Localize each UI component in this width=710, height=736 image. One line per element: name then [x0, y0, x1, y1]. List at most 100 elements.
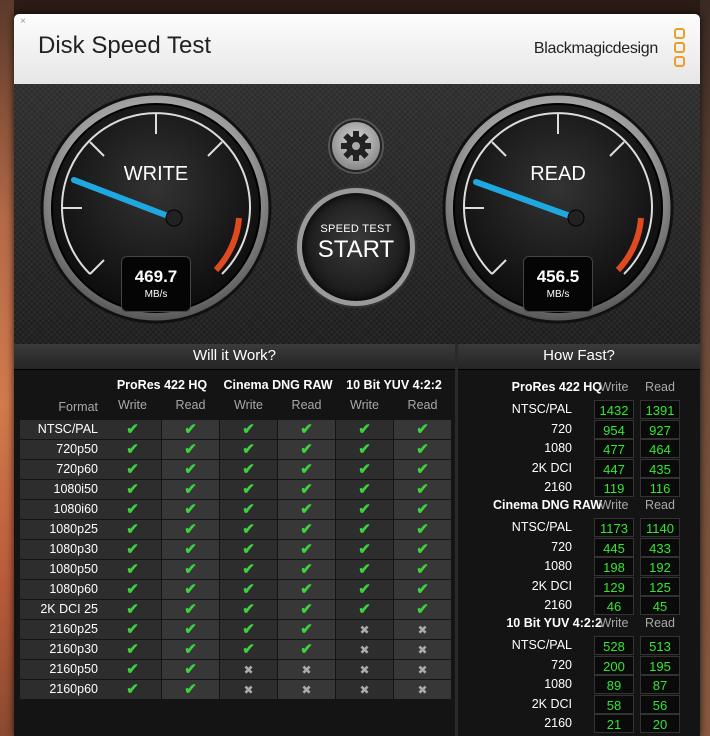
read-column-header: Read: [645, 498, 675, 512]
write-fps-value: 1432: [594, 400, 634, 419]
read-column-header: Read: [291, 398, 322, 412]
check-icon: ✔: [162, 680, 219, 699]
write-fps-value: 129: [594, 576, 634, 596]
check-icon: ✔: [220, 460, 277, 479]
check-icon: ✔: [278, 480, 335, 499]
check-icon: ✔: [336, 600, 393, 619]
start-button-label: START: [317, 236, 395, 263]
read-column-header: Read: [645, 616, 675, 630]
read-fps-value: 1391: [640, 400, 680, 419]
write-column-header: Write: [599, 498, 629, 512]
cross-icon: ✖: [394, 680, 451, 699]
read-fps-value: 513: [640, 636, 680, 655]
cross-icon: ✖: [220, 660, 277, 679]
cross-icon: ✖: [394, 660, 451, 679]
check-icon: ✔: [104, 500, 161, 519]
cross-icon: ✖: [394, 640, 451, 659]
cross-icon: ✖: [278, 680, 335, 699]
check-icon: ✔: [336, 440, 393, 459]
check-icon: ✔: [220, 600, 277, 619]
format-label: 720: [551, 421, 572, 436]
read-fps-value: 56: [640, 694, 680, 714]
check-icon: ✔: [104, 640, 161, 659]
write-fps-value: 445: [594, 537, 634, 557]
check-icon: ✔: [162, 500, 219, 519]
gauge-panel: WRITE 469.7 MB/s SPEED TEST START READ 4…: [14, 84, 700, 344]
will-it-work-panel: Will it Work? ProRes 422 HQ Cinema DNG RA…: [14, 344, 455, 736]
check-icon: ✔: [278, 580, 335, 599]
check-icon: ✔: [220, 440, 277, 459]
check-icon: ✔: [162, 640, 219, 659]
app-window: × Disk Speed Test Blackmagicdesign WRITE: [14, 14, 700, 736]
check-icon: ✔: [278, 540, 335, 559]
check-icon: ✔: [104, 480, 161, 499]
format-label: 2160p30: [20, 640, 104, 659]
check-icon: ✔: [162, 660, 219, 679]
format-header: Format: [58, 400, 98, 414]
start-button[interactable]: SPEED TEST START: [297, 188, 415, 306]
format-label: 2160p50: [20, 660, 104, 679]
read-column-header: Read: [407, 398, 438, 412]
check-icon: ✔: [162, 620, 219, 639]
check-icon: ✔: [278, 620, 335, 639]
will-it-work-title: Will it Work?: [14, 344, 455, 370]
write-speed-unit: MB/s: [144, 289, 168, 300]
how-fast-panel: How Fast? ProRes 422 HQ Write Read NTSC/PAL…: [458, 344, 700, 736]
write-fps-value: 528: [594, 636, 634, 655]
check-icon: ✔: [104, 460, 161, 479]
check-icon: ✔: [104, 540, 161, 559]
write-fps-value: 46: [594, 596, 634, 615]
format-label: 1080i60: [20, 500, 104, 519]
format-label: 1080: [544, 559, 572, 573]
write-readout: 469.7 MB/s: [121, 256, 191, 312]
settings-button[interactable]: [330, 120, 382, 172]
read-fps-value: 192: [640, 557, 680, 576]
read-needle-hub: [567, 209, 585, 227]
read-speed-unit: MB/s: [546, 289, 570, 300]
check-icon: ✔: [394, 440, 451, 459]
group-header: 10 Bit YUV 4:2:2: [346, 378, 442, 392]
write-fps-value: 954: [594, 419, 634, 439]
write-fps-value: 447: [594, 458, 634, 478]
format-label: 2160p25: [20, 620, 104, 639]
check-icon: ✔: [220, 640, 277, 659]
format-label: 1080p30: [20, 540, 104, 559]
check-icon: ✔: [220, 620, 277, 639]
brand-name: Blackmagicdesign: [533, 40, 658, 57]
close-icon[interactable]: ×: [18, 17, 28, 27]
check-icon: ✔: [394, 420, 451, 439]
check-icon: ✔: [394, 520, 451, 539]
check-icon: ✔: [394, 480, 451, 499]
check-icon: ✔: [104, 580, 161, 599]
check-icon: ✔: [162, 540, 219, 559]
check-icon: ✔: [394, 540, 451, 559]
app-title: Disk Speed Test: [38, 32, 211, 59]
format-label: NTSC/PAL: [511, 520, 572, 534]
write-needle-hub: [165, 209, 183, 227]
check-icon: ✔: [220, 420, 277, 439]
format-label: 1080i50: [20, 480, 104, 499]
write-fps-value: 21: [594, 714, 634, 733]
check-icon: ✔: [104, 680, 161, 699]
write-column-header: Write: [350, 398, 379, 412]
format-label: 2160p60: [20, 680, 104, 699]
check-icon: ✔: [162, 480, 219, 499]
read-fps-value: 433: [640, 537, 680, 557]
check-icon: ✔: [220, 480, 277, 499]
read-fps-value: 20: [640, 714, 680, 733]
read-fps-value: 116: [640, 478, 680, 497]
read-fps-value: 195: [640, 655, 680, 675]
cross-icon: ✖: [220, 680, 277, 699]
check-icon: ✔: [220, 560, 277, 579]
cross-icon: ✖: [394, 620, 451, 639]
cross-icon: ✖: [278, 660, 335, 679]
check-icon: ✔: [394, 560, 451, 579]
format-label: NTSC/PAL: [20, 420, 104, 439]
check-icon: ✔: [394, 460, 451, 479]
check-icon: ✔: [336, 580, 393, 599]
check-icon: ✔: [278, 520, 335, 539]
check-icon: ✔: [104, 420, 161, 439]
format-label: 2160: [544, 716, 572, 730]
check-icon: ✔: [104, 600, 161, 619]
format-label: 1080p60: [20, 580, 104, 599]
